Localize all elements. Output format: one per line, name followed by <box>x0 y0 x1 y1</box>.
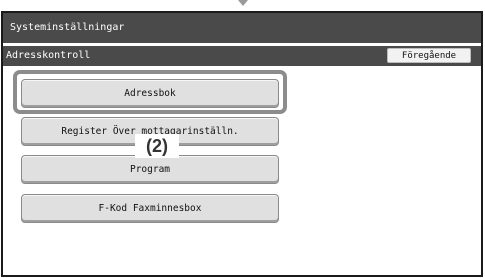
touch-panel-screen: Systeminställningar Adresskontroll Föreg… <box>1 11 483 277</box>
step-callout: (2) <box>135 134 179 158</box>
menu-button-fcode-memory-box[interactable]: F-Kod Faxminnesbox <box>21 194 279 223</box>
back-button[interactable]: Föregående <box>387 48 471 63</box>
pointer-arrow <box>238 0 248 6</box>
menu-area: Adressbok Register Över mottagarinställn… <box>3 66 481 275</box>
title-bar: Systeminställningar <box>3 13 481 43</box>
menu-button-program[interactable]: Program <box>21 155 279 184</box>
section-title: Adresskontroll <box>6 50 91 61</box>
highlight-frame <box>13 70 287 114</box>
sub-header-bar: Adresskontroll Föregående <box>3 46 481 66</box>
page-title: Systeminställningar <box>10 22 125 33</box>
